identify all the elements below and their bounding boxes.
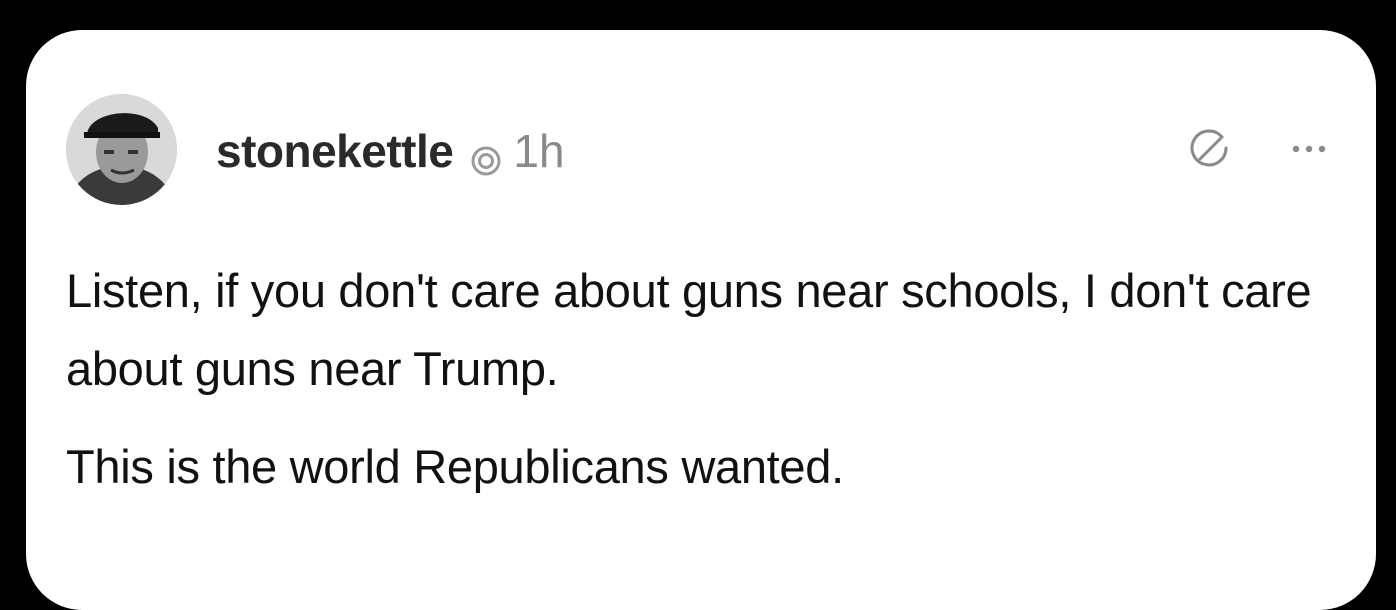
- post-body: Listen, if you don't care about guns nea…: [66, 252, 1336, 506]
- post-card: stonekettle 1h Listen, if you don't care…: [26, 30, 1376, 610]
- threads-icon: [469, 134, 503, 176]
- edit-icon[interactable]: [1186, 126, 1232, 172]
- more-options-icon[interactable]: [1288, 134, 1330, 164]
- username[interactable]: stonekettle: [216, 123, 454, 179]
- avatar[interactable]: [66, 94, 177, 205]
- author-line: stonekettle 1h: [216, 123, 565, 179]
- post-paragraph-1: Listen, if you don't care about guns nea…: [66, 264, 1312, 395]
- avatar-photo-icon: [66, 94, 177, 205]
- post-paragraph-2: This is the world Republicans wanted.: [66, 440, 844, 493]
- post-header: stonekettle 1h: [66, 94, 1336, 206]
- post-timestamp: 1h: [513, 125, 565, 177]
